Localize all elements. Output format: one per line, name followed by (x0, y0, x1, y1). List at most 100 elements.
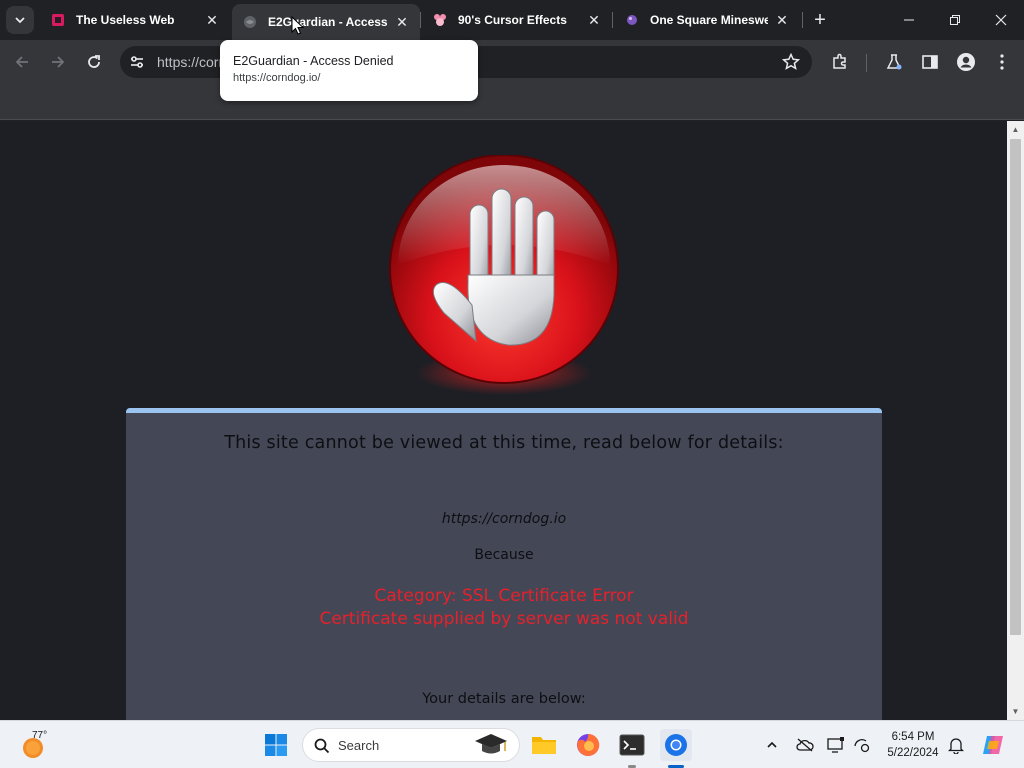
notifications-button[interactable] (946, 735, 966, 755)
display-tray-icon[interactable] (826, 735, 846, 755)
tab-title: E2Guardian - Access Denied (268, 15, 388, 29)
clock-date: 5/22/2024 (887, 747, 939, 759)
side-panel-icon (922, 55, 938, 69)
avatar-icon (957, 53, 975, 71)
hover-card-url: https://corndog.io/ (233, 72, 321, 84)
minimize-icon (904, 19, 914, 21)
weather-temp: 77° (32, 730, 48, 741)
blocked-url: https://corndog.io (441, 511, 567, 527)
extensions-button[interactable] (830, 52, 850, 72)
arrow-left-icon (15, 56, 28, 68)
globe-favicon-icon (242, 14, 258, 30)
close-icon[interactable]: ✕ (774, 12, 790, 28)
new-tab-button[interactable]: + (808, 8, 832, 32)
because-label: Because (474, 547, 534, 563)
file-explorer-button[interactable] (528, 729, 560, 761)
reload-icon (88, 55, 100, 68)
tab-strip: The Useless Web ✕ E2Guardian - Access De… (0, 0, 1024, 40)
mouse-cursor-icon (291, 16, 305, 35)
block-reason: Category: SSL Certificate Error Certific… (126, 585, 882, 631)
profile-button[interactable] (956, 52, 976, 72)
flask-icon (886, 54, 902, 70)
windows-taskbar: 77° Search 6:54 PM 5/22/2024 (0, 720, 1024, 768)
weather-widget[interactable]: 77° (18, 730, 62, 759)
side-panel-button[interactable] (920, 52, 940, 72)
start-button[interactable] (260, 729, 292, 761)
windows-logo-icon (265, 734, 287, 756)
tab-separator (612, 12, 613, 28)
show-hidden-icons-button[interactable] (762, 735, 782, 755)
tab-title: The Useless Web (76, 13, 175, 27)
bell-icon (948, 738, 964, 754)
mouse-favicon-icon (432, 12, 448, 28)
scroll-down-arrow[interactable]: ▼ (1007, 703, 1024, 720)
toolbar-divider (866, 54, 867, 72)
browser-toolbar: https://corndog.io/ (0, 40, 1024, 84)
graduation-cap-icon (475, 734, 507, 754)
stop-hand-icon (389, 155, 619, 395)
search-icon (314, 738, 330, 754)
details-heading: Your details are below: (422, 691, 586, 707)
folder-icon (532, 737, 556, 754)
denied-headline: This site cannot be viewed at this time,… (224, 433, 784, 453)
close-window-button[interactable] (978, 0, 1024, 40)
plus-icon: + (814, 8, 826, 31)
site-info-icon[interactable] (128, 53, 146, 71)
tab-hover-card: E2Guardian - Access Denied https://cornd… (220, 40, 478, 101)
bookmarks-bar (0, 84, 1024, 120)
taskbar-clock[interactable]: 6:54 PM 5/22/2024 (878, 729, 948, 761)
tab-cursor-effects[interactable]: 90's Cursor Effects ✕ (422, 4, 612, 36)
taskbar-search[interactable]: Search (302, 728, 520, 762)
reason-detail: Certificate supplied by server was not v… (319, 609, 689, 629)
close-icon[interactable]: ✕ (586, 12, 602, 28)
tab-minesweeper[interactable]: One Square Minesweeper ✕ (614, 4, 802, 36)
copilot-button[interactable] (980, 732, 1006, 758)
chrome-icon (665, 734, 687, 756)
labs-button[interactable] (884, 52, 904, 72)
terminal-icon (619, 734, 645, 756)
cloud-offline-icon (796, 738, 814, 752)
reason-category: Category: SSL Certificate Error (374, 586, 634, 606)
chrome-menu-button[interactable] (992, 52, 1012, 72)
hover-card-title: E2Guardian - Access Denied (233, 54, 394, 68)
arrow-right-icon (52, 56, 65, 68)
chrome-taskbar-button[interactable] (660, 729, 692, 761)
monitor-icon (827, 737, 844, 753)
tab-e2guardian[interactable]: E2Guardian - Access Denied ✕ (232, 4, 420, 40)
tab-title: 90's Cursor Effects (458, 13, 567, 27)
firefox-icon (577, 733, 600, 756)
close-icon (995, 14, 1007, 26)
scroll-thumb[interactable] (1010, 139, 1021, 635)
restore-icon (950, 15, 960, 25)
chevron-down-icon (15, 17, 25, 24)
vertical-scrollbar[interactable]: ▲ ▼ (1007, 121, 1024, 720)
tab-title: One Square Minesweeper (650, 13, 768, 27)
close-icon[interactable]: ✕ (394, 14, 410, 30)
scroll-up-arrow[interactable]: ▲ (1007, 121, 1024, 138)
copilot-icon (983, 736, 1003, 754)
chevron-up-icon (767, 741, 777, 748)
clock-time: 6:54 PM (891, 731, 935, 743)
access-denied-panel: This site cannot be viewed at this time,… (126, 408, 882, 720)
tab-search-button[interactable] (6, 6, 34, 34)
tab-separator (802, 12, 803, 28)
reload-button[interactable] (80, 48, 108, 76)
bookmark-star-icon[interactable] (782, 53, 800, 71)
minimize-button[interactable] (886, 0, 932, 40)
close-icon[interactable]: ✕ (204, 12, 220, 28)
useless-web-favicon-icon (50, 12, 66, 28)
restore-button[interactable] (932, 0, 978, 40)
forward-button[interactable] (44, 48, 72, 76)
network-tray-icon[interactable] (852, 735, 872, 755)
onedrive-tray-icon[interactable] (795, 735, 815, 755)
search-placeholder: Search (338, 738, 380, 753)
tab-separator (420, 12, 421, 28)
network-icon (854, 739, 870, 753)
puzzle-icon (833, 53, 846, 69)
back-button[interactable] (8, 48, 36, 76)
firefox-button[interactable] (572, 729, 604, 761)
terminal-button[interactable] (616, 729, 648, 761)
minesweeper-favicon-icon (624, 12, 640, 28)
page-viewport: This site cannot be viewed at this time,… (0, 121, 1007, 720)
tab-useless-web[interactable]: The Useless Web ✕ (40, 4, 230, 36)
